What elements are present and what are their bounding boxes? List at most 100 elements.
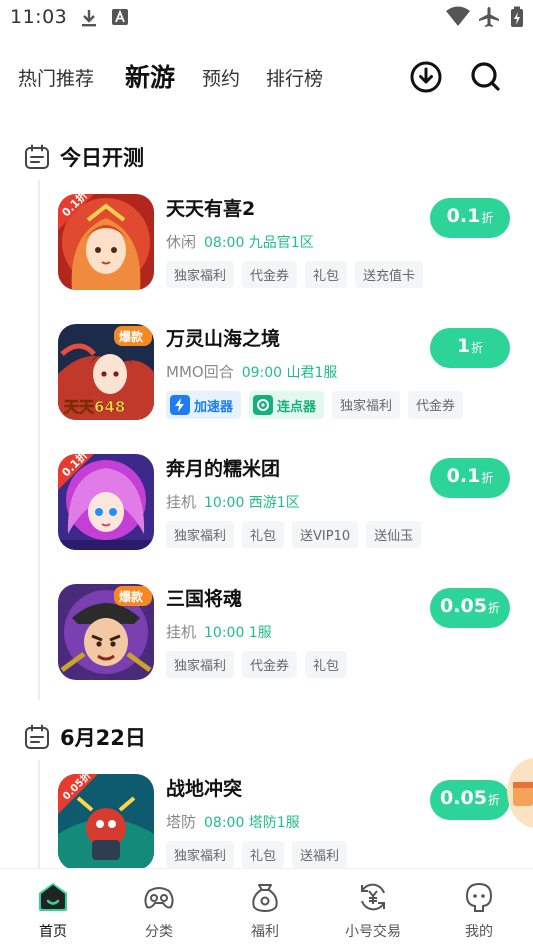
game-card[interactable]: 0.1折 天天有喜2 休闲 08:00 九品官1区 独家福利 代金券 礼包 送充值…	[58, 194, 518, 304]
bottom-nav: 首页 分类 福利 小号交易 我的	[0, 868, 533, 947]
tab-reservation[interactable]: 预约	[202, 64, 240, 91]
nav-label: 我的	[465, 924, 493, 940]
discount-value: 0.1	[446, 465, 481, 487]
game-name: 战地冲突	[166, 778, 243, 800]
airplane-mode-icon	[479, 7, 499, 27]
open-time: 08:00 九品官1区	[204, 235, 314, 251]
discount-button[interactable]: 0.05 折	[430, 780, 510, 820]
game-name: 三国将魂	[166, 588, 243, 610]
tag: 独家福利	[332, 391, 401, 419]
hot-badge: 爆款	[114, 586, 152, 606]
tag: 礼包	[305, 261, 348, 288]
discount-unit: 折	[471, 341, 484, 355]
game-card[interactable]: 0.05折 战地冲突 塔防 08:00 塔防1服 独家福利 礼包 送福利 0.05…	[58, 774, 518, 868]
search-icon[interactable]	[469, 60, 503, 94]
svg-text:天天648: 天天648	[64, 398, 125, 416]
game-category: 挂机	[166, 493, 197, 511]
yuan-exchange-icon	[361, 883, 385, 911]
discount-unit: 折	[481, 471, 494, 485]
game-meta: 挂机 10:00 1服	[166, 621, 272, 642]
game-name: 天天有喜2	[166, 198, 256, 220]
nav-label: 首页	[39, 924, 67, 940]
hot-badge: 爆款	[114, 326, 152, 346]
game-card[interactable]: 0.1折 奔月的糯米团 挂机 10:00 西游1区 独家福利 礼包 送VIP10 …	[58, 454, 518, 564]
discount-button[interactable]: 0.1 折	[430, 198, 510, 238]
discount-unit: 折	[481, 211, 494, 225]
tag: 礼包	[305, 651, 348, 678]
tag: 代金券	[408, 391, 464, 419]
gamepad-icon	[144, 887, 174, 909]
game-category: 挂机	[166, 623, 197, 641]
discount-button[interactable]: 0.05 折	[430, 588, 510, 628]
tag-auto-clicker: 连点器	[249, 391, 325, 419]
tag: 送仙玉	[366, 521, 422, 548]
open-time: 08:00 塔防1服	[204, 815, 300, 831]
gift-bag-icon	[252, 884, 278, 913]
tag-list: 独家福利 代金券 礼包	[166, 651, 348, 678]
timeline-line	[38, 180, 40, 700]
discount-ribbon: 0.1折	[58, 194, 94, 230]
tag-list: 独家福利 礼包 送福利	[166, 841, 348, 868]
game-category: 塔防	[166, 813, 197, 831]
tag-list: 加速器 连点器 独家福利 代金券	[166, 391, 464, 419]
download-icon	[82, 10, 96, 27]
open-time: 10:00 西游1区	[204, 495, 300, 511]
nav-label: 福利	[251, 924, 279, 940]
calendar-icon	[25, 144, 49, 169]
tag-list: 独家福利 代金券 礼包 送充值卡	[166, 261, 424, 288]
tag: 独家福利	[166, 651, 235, 678]
profile-icon	[465, 882, 493, 912]
svg-text:爆款: 爆款	[119, 329, 144, 344]
discount-button[interactable]: 0.1 折	[430, 458, 510, 498]
tab-new-games[interactable]: 新游	[125, 58, 175, 94]
open-time: 09:00 山君1服	[241, 365, 338, 381]
floating-gift-icon[interactable]	[499, 752, 533, 832]
nav-item-welfare[interactable]: 福利	[212, 869, 318, 947]
wifi-icon	[446, 6, 470, 26]
discount-button[interactable]: 1折	[430, 328, 510, 368]
tab-ranking[interactable]: 排行榜	[266, 64, 323, 91]
tag-accelerator: 加速器	[166, 391, 242, 419]
game-card[interactable]: 天天648 爆款 万灵山海之境 MMO回合 09:00 山君1服 加速器 连点器 …	[58, 324, 518, 434]
tag: 送福利	[292, 841, 348, 868]
tab-hot-recommend[interactable]: 热门推荐	[18, 64, 94, 91]
section-header-date: 6月22日	[24, 722, 146, 752]
section-header-today: 今日开测	[24, 142, 144, 172]
download-manager-icon[interactable]	[409, 60, 443, 94]
nav-item-category[interactable]: 分类	[106, 869, 212, 947]
svg-text:爆款: 爆款	[119, 589, 144, 604]
game-meta: 休闲 08:00 九品官1区	[166, 231, 314, 252]
tag: 礼包	[242, 841, 285, 868]
status-time: 11:03	[10, 6, 68, 28]
discount-value: 0.05	[440, 595, 487, 617]
game-icon-image: 0.1折	[58, 454, 154, 550]
game-meta: MMO回合 09:00 山君1服	[166, 361, 337, 382]
tag-list: 独家福利 礼包 送VIP10 送仙玉	[166, 521, 422, 548]
lightning-icon	[170, 395, 190, 415]
game-category: 休闲	[166, 233, 197, 251]
discount-ribbon: 0.1折	[58, 454, 94, 490]
discount-value: 0.05	[440, 787, 487, 809]
section-title: 今日开测	[60, 146, 144, 170]
game-meta: 挂机 10:00 西游1区	[166, 491, 300, 512]
game-icon-image: 爆款	[58, 584, 154, 680]
section-title: 6月22日	[60, 726, 146, 750]
game-meta: 塔防 08:00 塔防1服	[166, 811, 300, 832]
game-card[interactable]: 爆款 三国将魂 挂机 10:00 1服 独家福利 代金券 礼包 0.05 折	[58, 584, 518, 694]
tag: 代金券	[242, 651, 298, 678]
discount-value: 1	[456, 335, 471, 357]
discount-ribbon: 0.05折	[58, 774, 98, 814]
nav-item-account-trade[interactable]: 小号交易	[320, 869, 426, 947]
tag: 代金券	[242, 261, 298, 288]
tag: 独家福利	[166, 521, 235, 548]
home-icon	[39, 883, 67, 911]
nav-item-home[interactable]: 首页	[0, 869, 106, 947]
nav-item-profile[interactable]: 我的	[426, 869, 532, 947]
calendar-icon	[25, 724, 49, 749]
game-name: 万灵山海之境	[166, 328, 281, 350]
battery-charging-icon	[511, 6, 523, 27]
game-icon-image: 0.1折	[58, 194, 154, 290]
discount-value: 0.1	[446, 205, 481, 227]
app-notification-icon	[112, 9, 128, 25]
nav-label: 小号交易	[345, 924, 401, 940]
